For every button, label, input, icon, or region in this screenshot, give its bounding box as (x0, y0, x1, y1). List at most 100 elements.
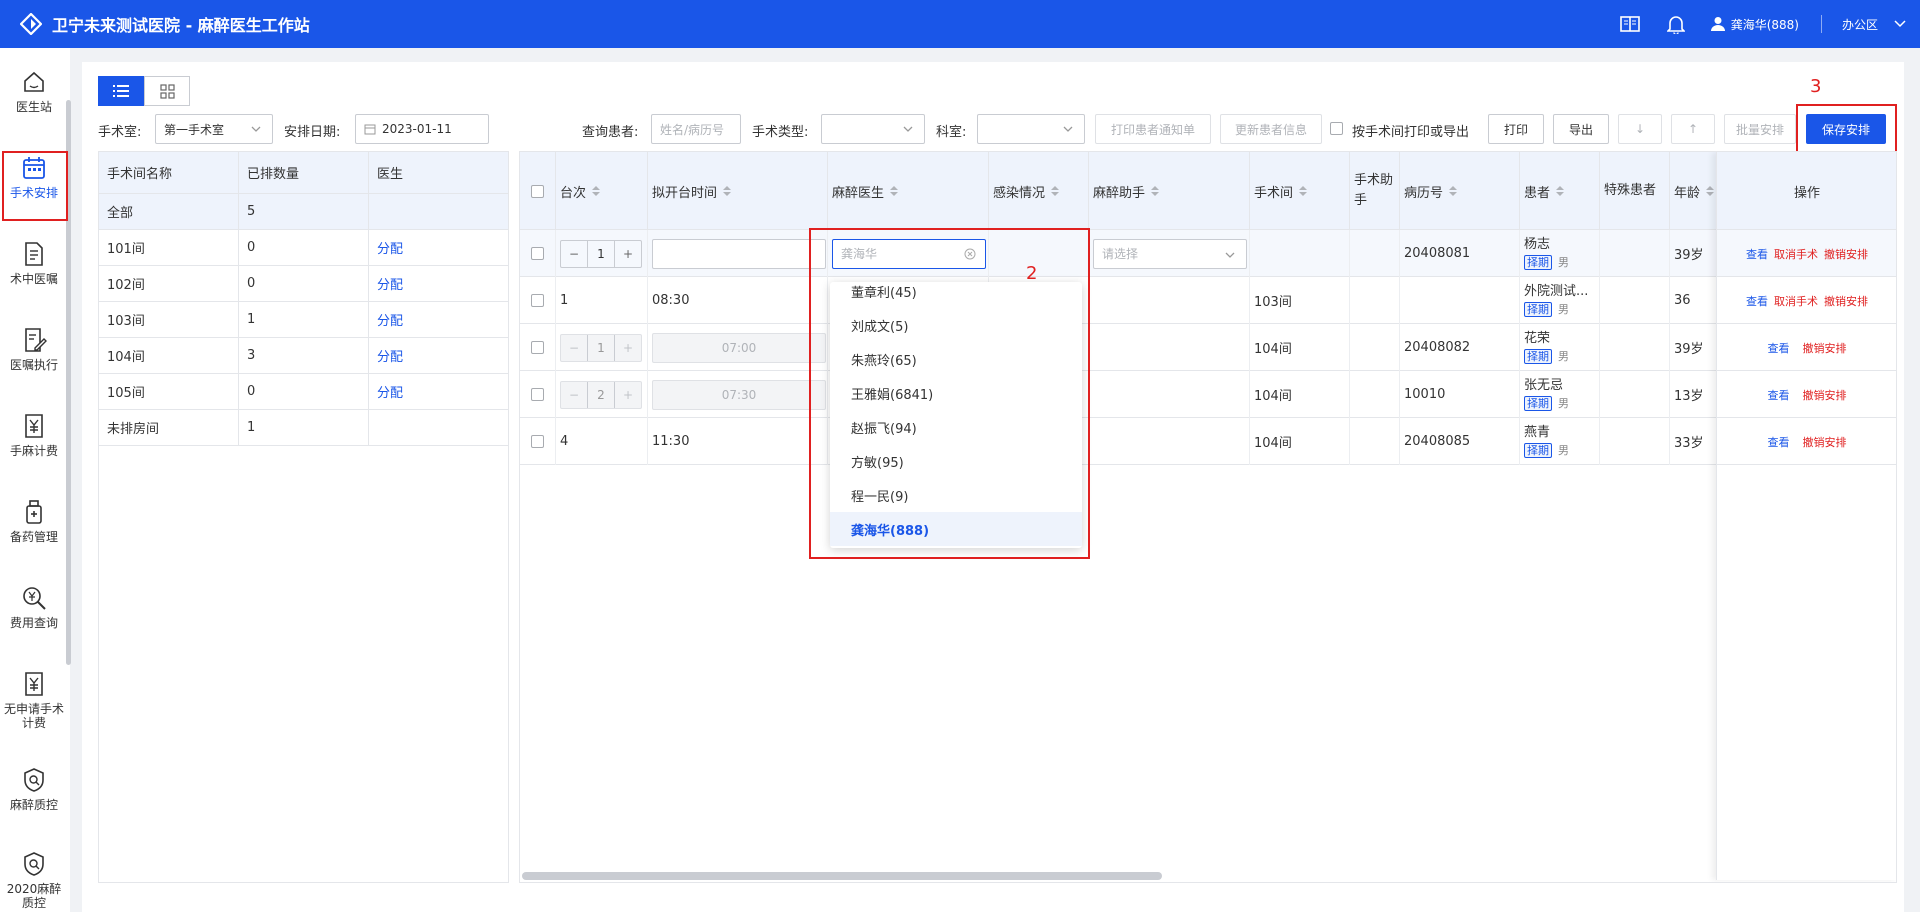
surgery-assistant-cell (1350, 277, 1400, 324)
seq-stepper[interactable]: −1 + (560, 239, 642, 268)
sidebar-item-no-request-billing[interactable]: 无申请手术计费 (0, 670, 68, 730)
column-header-infection[interactable]: 感染情况 (989, 152, 1089, 230)
room-name: 未排房间 (99, 410, 239, 445)
column-header-label: 感染情况 (993, 185, 1046, 201)
sidebar-item-intraop-orders[interactable]: 术中医嘱 (0, 240, 68, 286)
room-row[interactable]: 102间 0 分配 (99, 266, 508, 302)
sort-icon[interactable] (1051, 186, 1060, 196)
horizontal-scrollbar[interactable] (522, 872, 1162, 880)
list-view-button[interactable] (98, 76, 144, 106)
column-header-surgery-assistant[interactable]: 手术助手 (1350, 152, 1400, 230)
age-cell: 39岁 (1674, 342, 1704, 357)
sort-icon[interactable] (1556, 186, 1565, 196)
patient-cell: 张无忌 择期男 (1520, 371, 1600, 418)
increment-button: + (622, 387, 634, 402)
row-checkbox[interactable] (531, 294, 544, 307)
row-checkbox[interactable] (531, 435, 544, 448)
assign-link[interactable]: 分配 (369, 374, 508, 409)
assign-link[interactable]: 分配 (369, 338, 508, 373)
sidebar-item-anesthesia-qc-2020[interactable]: 2020麻醉质控 (0, 850, 68, 910)
print-button[interactable]: 打印 (1488, 114, 1544, 144)
table-row[interactable]: −1 + 龚海华 请选择 20408081 杨志 择期男 39岁 查看 取消手术 撤… (520, 230, 1896, 277)
row-checkbox[interactable] (531, 341, 544, 354)
sort-icon[interactable] (1449, 186, 1458, 196)
column-header-special[interactable]: 特殊患者 (1600, 152, 1670, 230)
assign-link[interactable]: 分配 (369, 230, 508, 265)
sidebar-item-fee-query[interactable]: 费用查询 (0, 584, 68, 630)
sidebar-item-order-execution[interactable]: 医嘱执行 (0, 326, 68, 372)
sidebar-item-anesthesia-qc[interactable]: 麻醉质控 (0, 766, 68, 812)
sort-icon[interactable] (592, 186, 601, 196)
column-header-record-no[interactable]: 病历号 (1400, 152, 1520, 230)
bell-icon[interactable] (1665, 13, 1687, 35)
sort-icon[interactable] (1299, 186, 1308, 196)
column-header-age[interactable]: 年龄 (1670, 152, 1716, 230)
column-header-assistant[interactable]: 麻醉助手 (1089, 152, 1250, 230)
time-cell: 08:30 (648, 277, 828, 324)
time-input[interactable] (652, 238, 826, 269)
room-name: 全部 (99, 194, 239, 229)
row-checkbox[interactable] (531, 247, 544, 260)
room-row[interactable]: 103间 1 分配 (99, 302, 508, 338)
batch-schedule-button[interactable]: 批量安排 (1724, 114, 1796, 144)
update-patient-button[interactable]: 更新患者信息 (1220, 114, 1322, 144)
select-all-checkbox[interactable] (531, 184, 544, 198)
room-select[interactable]: 第一手术室 (155, 114, 273, 144)
room-row-unassigned[interactable]: 未排房间 1 (99, 410, 508, 446)
book-icon[interactable] (1619, 13, 1641, 35)
record-no-cell: 10010 (1400, 371, 1520, 418)
room-table: 手术间名称 已排数量 医生 全部 5 101间 0 分配 102间 0 分配 1… (98, 151, 509, 883)
export-button[interactable]: 导出 (1553, 114, 1609, 144)
move-down-button[interactable]: ↓ (1618, 114, 1662, 144)
sidebar-item-anesthesia-billing[interactable]: 手麻计费 (0, 412, 68, 458)
seq-cell: −1 + (556, 324, 648, 371)
print-notice-button[interactable]: 打印患者通知单 (1095, 114, 1211, 144)
sidebar-item-medicine-management[interactable]: 备药管理 (0, 498, 68, 544)
user-menu[interactable]: 龚海华(888) (1710, 16, 1799, 33)
sort-icon[interactable] (723, 186, 732, 196)
move-up-button[interactable]: ↑ (1671, 114, 1715, 144)
patient-name: 杨志 (1524, 236, 1551, 252)
column-header-label: 麻醉医生 (832, 185, 885, 201)
edit-document-icon (25, 328, 47, 352)
assign-link[interactable]: 分配 (369, 266, 508, 301)
room-cell: 104间 (1250, 371, 1350, 418)
sort-icon[interactable] (1151, 186, 1160, 196)
assistant-select[interactable]: 请选择 (1093, 238, 1247, 269)
office-select[interactable]: 办公区 (1842, 16, 1878, 33)
table-row[interactable]: 1 08:30 103间 外院测试... 择期男 36 查看 取消手术 撤销安排 (520, 277, 1896, 324)
table-row[interactable]: −1 + 07:00 104间 20408082 花荣 择期男 39岁 查看 撤销安… (520, 324, 1896, 371)
column-header-room[interactable]: 手术间 (1250, 152, 1350, 230)
chevron-down-icon[interactable] (1894, 20, 1906, 28)
column-header-seq[interactable]: 台次 (556, 152, 648, 230)
date-picker[interactable]: 2023-01-11 (355, 114, 489, 144)
sort-icon[interactable] (890, 186, 899, 196)
room-name: 104间 (99, 338, 239, 373)
surgery-type-select[interactable] (821, 114, 925, 144)
column-header-time[interactable]: 拟开台时间 (648, 152, 828, 230)
print-by-room-checkbox[interactable] (1330, 122, 1343, 135)
row-checkbox-cell (520, 418, 556, 465)
table-row[interactable]: 4 11:30 104间 20408085 燕青 择期男 33岁 查看 撤销安排 (520, 418, 1896, 465)
date-value: 2023-01-11 (382, 122, 452, 136)
assign-link[interactable]: 分配 (369, 302, 508, 337)
room-row[interactable]: 105间 0 分配 (99, 374, 508, 410)
table-row[interactable]: −2 + 07:30 104间 10010 张无忌 择期男 13岁 查看 撤销安排 (520, 371, 1896, 418)
decrement-button[interactable]: − (561, 247, 587, 261)
column-header-anesthetist[interactable]: 麻醉医生 (828, 152, 989, 230)
time-cell: 07:00 (648, 324, 828, 371)
room-count: 3 (239, 338, 369, 373)
dept-select[interactable] (977, 114, 1085, 144)
sort-icon[interactable] (1706, 186, 1715, 196)
room-row-all[interactable]: 全部 5 (99, 194, 508, 230)
row-checkbox[interactable] (531, 388, 544, 401)
room-row[interactable]: 101间 0 分配 (99, 230, 508, 266)
column-header-patient[interactable]: 患者 (1520, 152, 1600, 230)
chevron-down-icon (1063, 126, 1073, 132)
grid-view-button[interactable] (144, 76, 190, 106)
sidebar-item-doctor-station[interactable]: 医生站 (0, 68, 68, 114)
increment-button[interactable]: + (615, 247, 641, 261)
patient-search-input[interactable]: 姓名/病历号 (651, 114, 741, 144)
room-row[interactable]: 104间 3 分配 (99, 338, 508, 374)
age-cell: 39岁 (1674, 248, 1704, 263)
